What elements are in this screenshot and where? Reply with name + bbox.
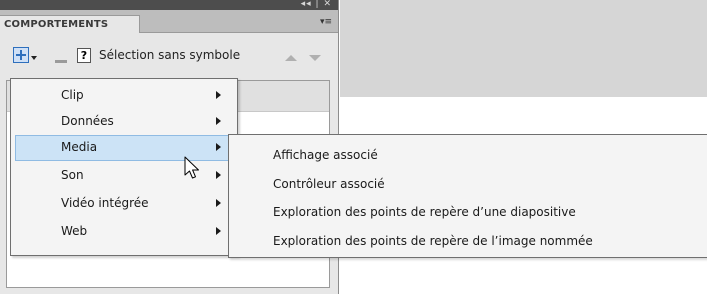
menu-item-label: Son [61,168,84,182]
tab-comportements[interactable]: COMPORTEMENTS [0,15,140,33]
move-down-icon[interactable] [309,55,321,61]
move-up-icon[interactable] [285,55,297,61]
submenu-arrow-icon [216,91,221,99]
panel-tabbar: COMPORTEMENTS ▾≡ [0,10,338,33]
submenu-item-label: Exploration des points de repère d’une d… [273,205,576,219]
submenu-item-label: Affichage associé [273,148,378,162]
selection-label: Sélection sans symbole [99,48,241,62]
submenu-item-controleur-associe[interactable]: Contrôleur associé [229,170,707,198]
submenu-item-exploration-diapositive[interactable]: Exploration des points de repère d’une d… [229,198,707,226]
menu-item-web[interactable]: Web [15,219,233,245]
submenu-item-affichage-associe[interactable]: Affichage associé [229,141,707,169]
menu-item-label: Media [61,140,98,154]
submenu-item-exploration-image-nommee[interactable]: Exploration des points de repère de l’im… [229,227,707,255]
panel-titlebar: ◂◂ | ✕ [0,0,338,10]
workspace-background [340,0,707,97]
submenu-item-label: Exploration des points de repère de l’im… [273,234,593,248]
mouse-cursor-icon [184,156,199,179]
menu-item-clip[interactable]: Clip [15,83,233,109]
submenu-item-label: Contrôleur associé [273,177,385,191]
submenu-arrow-icon [216,171,221,179]
menu-item-label: Web [61,224,88,238]
menu-item-donnees[interactable]: Données [15,109,233,135]
menu-item-label: Vidéo intégrée [61,196,149,210]
submenu-arrow-icon [216,199,221,207]
media-submenu: Affichage associé Contrôleur associé Exp… [228,134,707,258]
add-behavior-icon[interactable] [13,47,29,63]
menu-item-label: Données [61,114,114,128]
help-button[interactable]: ? [77,48,91,63]
collapse-close-icons[interactable]: ◂◂ | ✕ [301,0,332,10]
menu-item-video-integree[interactable]: Vidéo intégrée [15,191,233,217]
chevron-down-icon[interactable] [31,56,37,60]
submenu-arrow-icon [216,117,221,125]
remove-behavior-icon[interactable] [55,60,67,63]
menu-item-label: Clip [61,88,84,102]
panel-menu-icon[interactable]: ▾≡ [320,17,332,27]
submenu-arrow-icon [216,143,221,151]
tab-label: COMPORTEMENTS [4,19,109,30]
submenu-arrow-icon [216,227,221,235]
